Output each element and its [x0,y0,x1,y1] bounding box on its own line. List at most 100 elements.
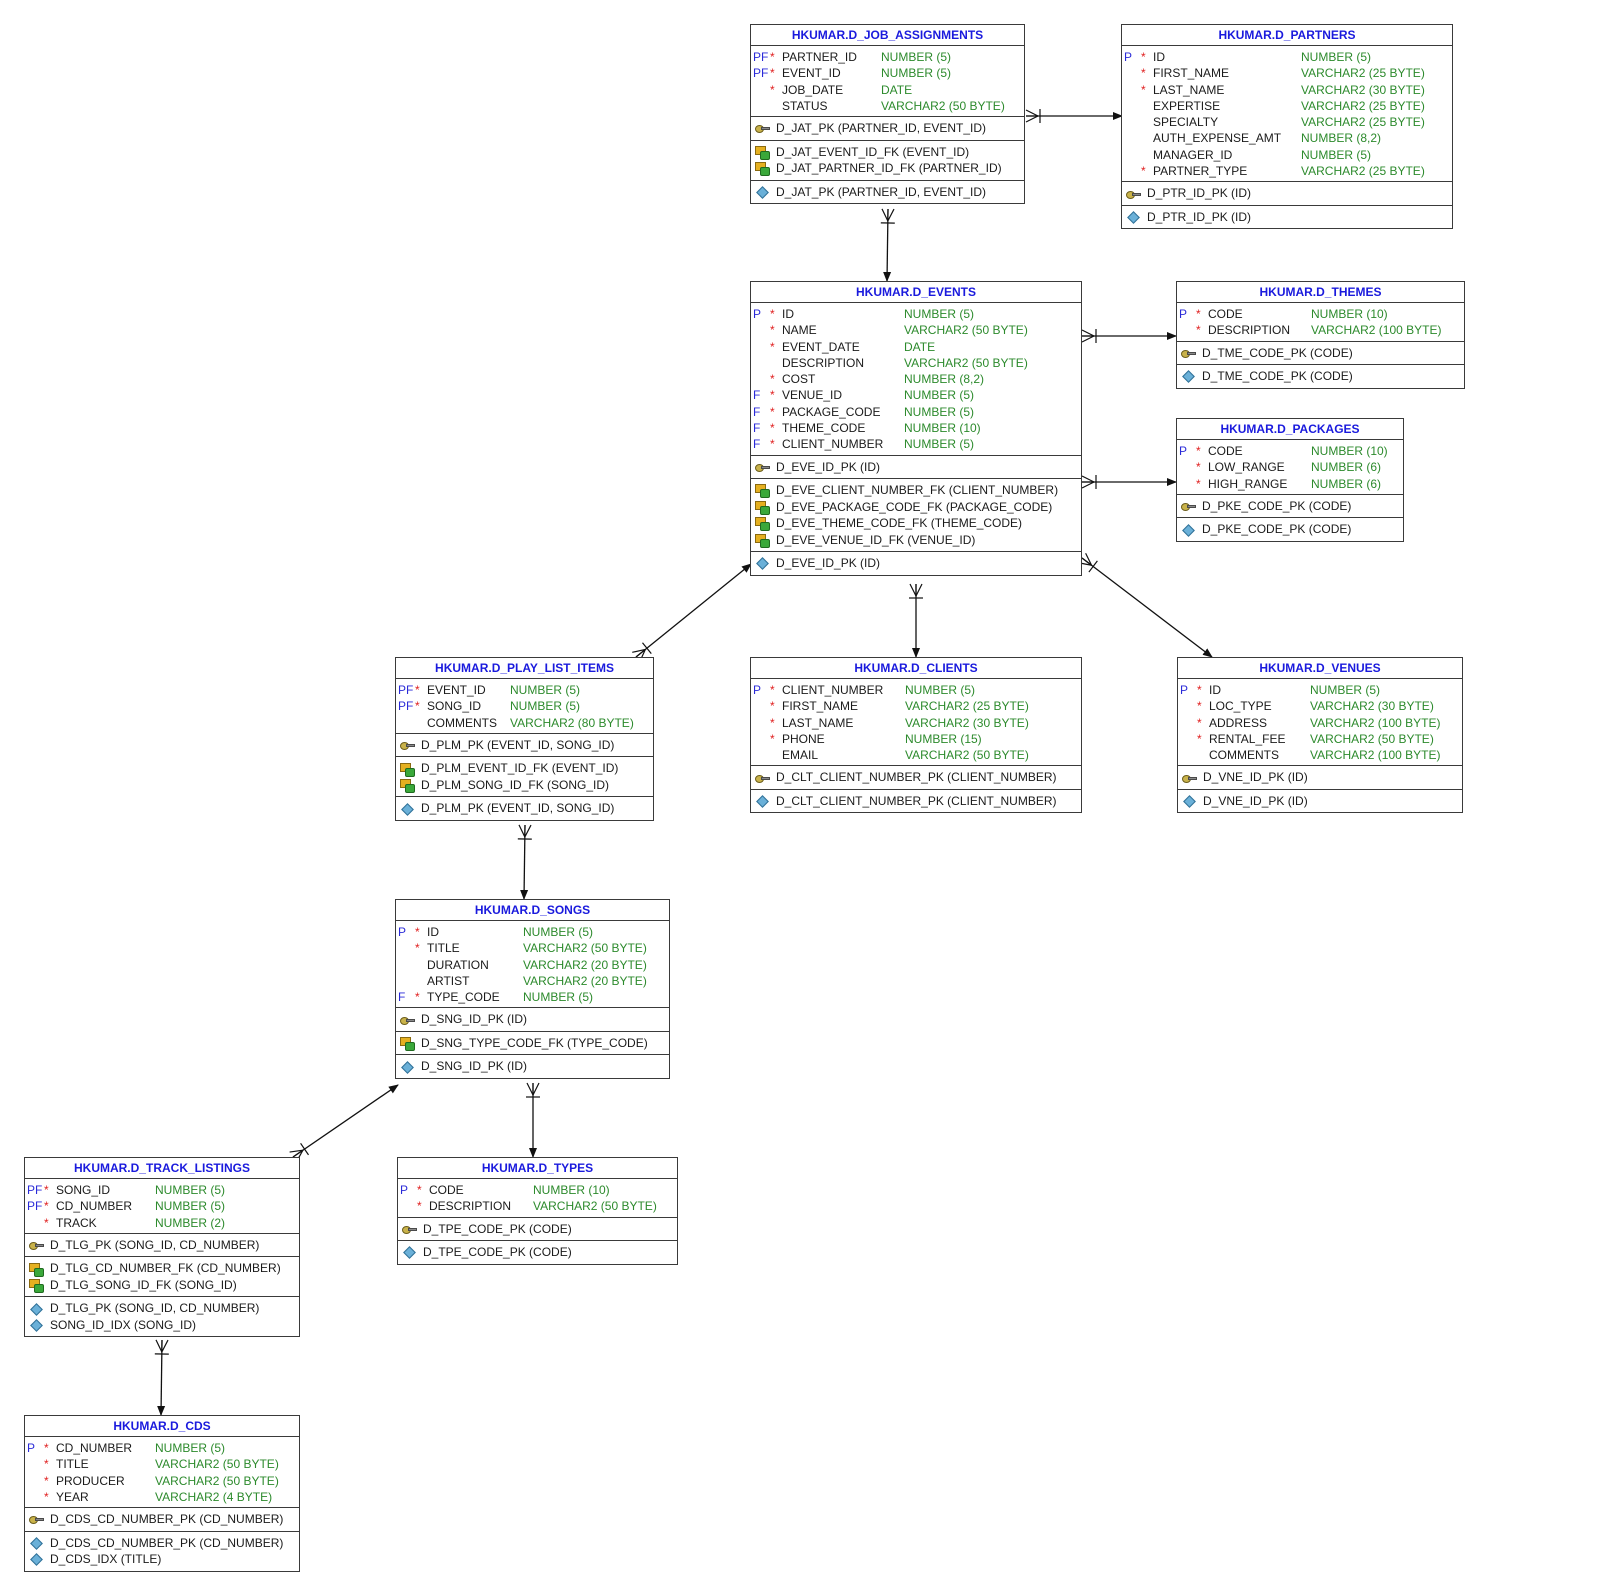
column-row: P * CLIENT_NUMBER NUMBER (5) [751,682,1081,698]
column-type: NUMBER (8,2) [904,372,985,387]
table-events[interactable]: HKUMAR.D_EVENTS P * ID NUMBER (5) * NAME VARCHA… [750,281,1082,576]
column-type: NUMBER (6) [1311,460,1382,475]
table-packages[interactable]: HKUMAR.D_PACKAGES P * CODE NUMBER (10) * LOW_R… [1176,418,1404,542]
column-list: PF * SONG_ID NUMBER (5) PF * CD_NUMBER NUMBER (… [25,1179,299,1233]
required-mark: * [770,50,775,64]
required-mark: * [1196,476,1201,491]
primary-key-constraint: D_CLT_CLIENT_NUMBER_PK (CLIENT_NUMBER) [751,769,1081,786]
table-themes[interactable]: HKUMAR.D_THEMES P * CODE NUMBER (10) * DESCRIP… [1176,281,1465,389]
pk-section: D_TLG_PK (SONG_ID, CD_NUMBER) [25,1232,299,1257]
table-songs[interactable]: HKUMAR.D_SONGS P * ID NUMBER (5) * TITLE VARCHA… [395,899,670,1079]
column-type: VARCHAR2 (25 BYTE) [1301,115,1425,130]
column-name: TYPE_CODE [427,990,500,1005]
table-job-assignments[interactable]: HKUMAR.D_JOB_ASSIGNMENTS PF * PARTNER_ID NUM… [750,24,1025,205]
column-name: DESCRIPTION [429,1199,512,1214]
column-type: NUMBER (15) [905,731,982,746]
column-row: P * CODE NUMBER (10) [398,1182,677,1198]
column-row: P * ID NUMBER (5) [1178,682,1462,698]
column-row: EMAIL VARCHAR2 (50 BYTE) [751,747,1081,763]
column-name: MANAGER_ID [1153,147,1233,162]
table-track-listings[interactable]: HKUMAR.D_TRACK_LISTINGS PF * SONG_ID NUMBER … [24,1157,300,1338]
table-cds[interactable]: HKUMAR.D_CDS P * CD_NUMBER NUMBER (5) * TITLE V… [24,1415,300,1572]
fk-section: D_JAT_EVENT_ID_FK (EVENT_ID) D_JAT_PARTNE… [751,139,1024,180]
index-entry: D_PKE_CODE_PK (CODE) [1177,521,1403,538]
primary-key-constraint: D_SNG_ID_PK (ID) [396,1011,669,1028]
constraint-label: D_PLM_EVENT_ID_FK (EVENT_ID) [421,761,619,776]
column-row: P * ID NUMBER (5) [396,924,669,940]
table-play-list-items[interactable]: HKUMAR.D_PLAY_LIST_ITEMS PF * EVENT_ID NUMBE… [395,657,654,821]
key-icon [755,461,770,473]
table-title: HKUMAR.D_EVENTS [751,282,1081,303]
constraint-label: D_TLG_CD_NUMBER_FK (CD_NUMBER) [50,1261,281,1276]
column-row: * ADDRESS VARCHAR2 (100 BYTE) [1178,715,1462,731]
column-type: VARCHAR2 (30 BYTE) [1301,82,1425,97]
foreign-key-constraint: D_EVE_VENUE_ID_FK (VENUE_ID) [751,532,1081,549]
column-row: PF * EVENT_ID NUMBER (5) [751,65,1024,81]
crows-foot-icon [1081,329,1097,343]
column-name: YEAR [56,1489,89,1504]
index-diamond-icon [400,1061,415,1073]
table-clients[interactable]: HKUMAR.D_CLIENTS P * CLIENT_NUMBER NUMBER (5… [750,657,1082,814]
column-type: VARCHAR2 (20 BYTE) [523,957,647,972]
required-mark: * [770,82,775,97]
column-name: CODE [1208,444,1243,458]
required-mark: * [1197,683,1202,697]
constraint-label: D_TME_CODE_PK (CODE) [1202,345,1353,360]
idx-section: D_CDS_CD_NUMBER_PK (CD_NUMBER) D_CDS_IDX … [25,1530,299,1571]
key-flag: PF [398,683,414,697]
column-row: STATUS VARCHAR2 (50 BYTE) [751,98,1024,114]
required-mark: * [1197,731,1202,746]
column-type: VARCHAR2 (25 BYTE) [1301,164,1425,179]
column-row: * FIRST_NAME VARCHAR2 (25 BYTE) [751,698,1081,714]
column-type: VARCHAR2 (50 BYTE) [905,748,1029,763]
index-diamond-icon [29,1303,44,1315]
primary-key-constraint: D_CDS_CD_NUMBER_PK (CD_NUMBER) [25,1511,299,1528]
column-name: PHONE [782,731,825,746]
index-diamond-icon [1181,524,1196,536]
index-diamond-icon [29,1319,44,1331]
column-type: NUMBER (5) [881,66,952,81]
pk-section: D_CLT_CLIENT_NUMBER_PK (CLIENT_NUMBER) [751,765,1081,789]
column-name: CLIENT_NUMBER [782,437,884,452]
column-row: * NAME VARCHAR2 (50 BYTE) [751,322,1081,338]
required-mark: * [770,388,775,403]
idx-section: D_CLT_CLIENT_NUMBER_PK (CLIENT_NUMBER) [751,788,1081,813]
constraint-label: D_EVE_CLIENT_NUMBER_FK (CLIENT_NUMBER) [776,483,1059,498]
key-flag: P [1180,683,1189,697]
column-type: NUMBER (5) [523,925,594,939]
table-types[interactable]: HKUMAR.D_TYPES P * CODE NUMBER (10) * DESCRIPT… [397,1157,678,1265]
column-type: VARCHAR2 (80 BYTE) [510,715,634,730]
column-type: VARCHAR2 (100 BYTE) [1311,323,1442,338]
foreign-key-icon [755,162,770,177]
column-row: COMMENTS VARCHAR2 (100 BYTE) [1178,747,1462,763]
required-mark: * [770,683,775,697]
column-name: STATUS [782,98,828,113]
constraint-label: D_CLT_CLIENT_NUMBER_PK (CLIENT_NUMBER) [776,793,1057,808]
column-row: * TITLE VARCHAR2 (50 BYTE) [396,940,669,956]
column-type: NUMBER (10) [1311,444,1388,458]
table-partners[interactable]: HKUMAR.D_PARTNERS P * ID NUMBER (5) * FIRST_NA… [1121,24,1453,230]
index-diamond-icon [29,1553,44,1565]
column-type: NUMBER (5) [1310,683,1381,697]
column-name: CODE [1208,307,1243,321]
constraint-label: D_SNG_TYPE_CODE_FK (TYPE_CODE) [421,1035,648,1050]
crows-foot-icon [909,583,923,599]
column-name: ID [782,307,794,321]
table-title: HKUMAR.D_PLAY_LIST_ITEMS [396,658,653,679]
required-mark: * [770,437,775,452]
table-venues[interactable]: HKUMAR.D_VENUES P * ID NUMBER (5) * LOC_TYPE VA… [1177,657,1463,814]
column-name: CODE [429,1183,464,1197]
idx-section: D_VNE_ID_PK (ID) [1178,788,1462,813]
column-type: NUMBER (5) [155,1199,226,1214]
key-icon [29,1239,44,1251]
column-row: F * THEME_CODE NUMBER (10) [751,420,1081,436]
column-type: NUMBER (5) [904,388,975,403]
column-row: F * TYPE_CODE NUMBER (5) [396,989,669,1005]
relationship-play-list-items-to-events [635,563,752,658]
column-type: NUMBER (5) [905,683,976,697]
column-type: NUMBER (5) [155,1183,226,1197]
required-mark: * [44,1441,49,1455]
required-mark: * [44,1473,49,1488]
index-entry: D_CDS_CD_NUMBER_PK (CD_NUMBER) [25,1535,299,1552]
column-list: P * ID NUMBER (5) * FIRST_NAME VARCHAR2 (25 BY… [1122,46,1452,181]
